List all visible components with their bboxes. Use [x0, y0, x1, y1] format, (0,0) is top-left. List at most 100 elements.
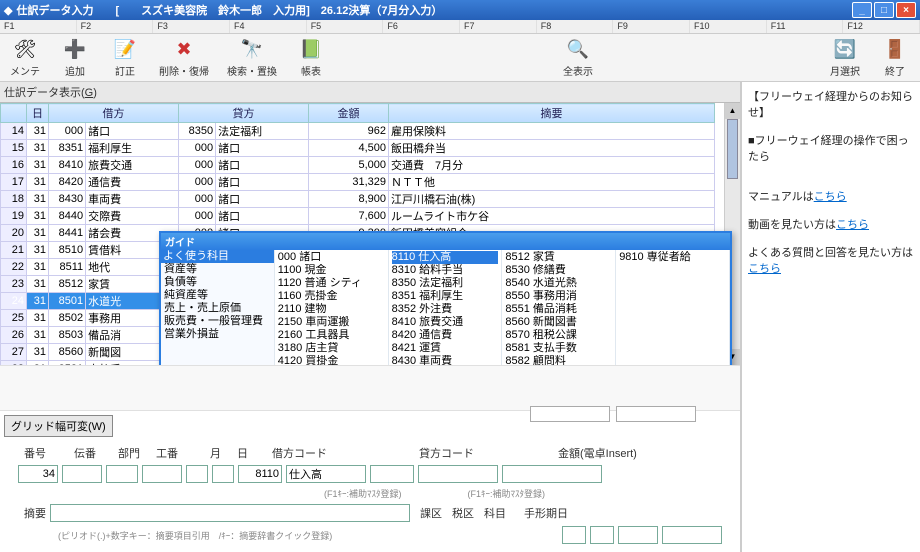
info-panel: 【フリーウェイ経理からのお知らせ】 ■フリーウェイ経理の操作で困ったら マニュア…	[740, 82, 920, 552]
memo-input[interactable]	[50, 504, 410, 522]
guide-item[interactable]: 8410 旅費交通	[392, 316, 499, 329]
guide-item[interactable]: 1160 売掛金	[278, 290, 385, 303]
fkey-F1: F1	[0, 20, 77, 33]
guide-item[interactable]: 1120 普通 シティ	[278, 277, 385, 290]
guide-item[interactable]: 8351 福利厚生	[392, 290, 499, 303]
table-row[interactable]: 1431000諸口8350法定福利962雇用保険料	[1, 123, 715, 140]
day-input[interactable]	[212, 465, 234, 483]
guide-cat-item[interactable]: 資産等	[164, 263, 271, 276]
guide-item[interactable]: 8540 水道光熱	[505, 277, 612, 290]
drcode-label: 借方コード	[272, 445, 327, 461]
guide-item[interactable]: 8350 法定福利	[392, 277, 499, 290]
fkey-F4: F4	[230, 20, 307, 33]
search-button[interactable]: 🔭検索・置換	[218, 35, 286, 81]
no-input[interactable]	[18, 465, 58, 483]
table-row[interactable]: 15318351福利厚生000諸口4,500飯田橋弁当	[1, 140, 715, 157]
add-button[interactable]: ➕追加	[50, 35, 100, 81]
scroll-up-icon[interactable]: ▲	[725, 103, 740, 119]
crname-input[interactable]	[418, 465, 498, 483]
aux-input-2[interactable]	[616, 406, 696, 422]
minimize-button[interactable]: _	[852, 2, 872, 18]
drcode-input[interactable]	[238, 465, 282, 483]
guide-item[interactable]: 9810 専従者給	[619, 251, 726, 264]
guide-item[interactable]: 2160 工具器具	[278, 329, 385, 342]
close-button[interactable]: ×	[896, 2, 916, 18]
crcode-input[interactable]	[370, 465, 414, 483]
exit-icon: 🚪	[883, 38, 907, 62]
grid-width-button[interactable]: グリッド幅可変(W)	[4, 415, 113, 437]
window-title: 仕訳データ入力 [ スズキ美容院 鈴木一郎 入力用] 26.12決算（7月分入力…	[16, 2, 442, 18]
bumon-label: 部門	[118, 445, 140, 461]
guide-item[interactable]: 000 諸口	[278, 251, 385, 264]
showall-button[interactable]: 🔍全表示	[553, 35, 603, 81]
video-link[interactable]: こちら	[836, 219, 869, 231]
guide-item[interactable]: 8421 運賃	[392, 342, 499, 355]
guide-item[interactable]: 2110 建物	[278, 303, 385, 316]
guide-item[interactable]: 8352 外注費	[392, 303, 499, 316]
guide-item[interactable]: 8550 事務用消	[505, 290, 612, 303]
faq-link[interactable]: こちら	[748, 263, 781, 275]
exit-button[interactable]: 🚪終了	[870, 35, 920, 81]
bumon-input[interactable]	[106, 465, 138, 483]
guide-item[interactable]: 8310 給料手当	[392, 264, 499, 277]
report-button[interactable]: 📗帳表	[286, 35, 336, 81]
guide-item[interactable]: 8512 家賃	[505, 251, 612, 264]
fkey-F11: F11	[767, 20, 844, 33]
guide-item[interactable]: 3180 店主貸	[278, 342, 385, 355]
guide-item[interactable]: 8530 修繕費	[505, 264, 612, 277]
table-row[interactable]: 18318430車両費000諸口8,900江戸川橋石油(株)	[1, 191, 715, 208]
guide-item[interactable]: 2150 車両運搬	[278, 316, 385, 329]
guide-item-selected[interactable]: 8110 仕入高	[392, 251, 499, 264]
maximize-button[interactable]: □	[874, 2, 894, 18]
guide-item[interactable]: 8420 通信費	[392, 329, 499, 342]
aux-input-1[interactable]	[530, 406, 610, 422]
kou-label: 工番	[156, 445, 178, 461]
month-input[interactable]	[186, 465, 208, 483]
ka-input[interactable]	[562, 526, 586, 544]
month-label: 月	[210, 445, 221, 461]
fkey-F8: F8	[537, 20, 614, 33]
maint-button[interactable]: 🛠メンテ	[0, 35, 50, 81]
drname-input[interactable]	[286, 465, 366, 483]
tegata-label: 手形期日	[524, 505, 568, 521]
guide-item[interactable]: 8560 新聞図書	[505, 316, 612, 329]
guide-item[interactable]: 4120 買掛金	[278, 355, 385, 365]
fkey-F2: F2	[77, 20, 154, 33]
manual-link[interactable]: こちら	[814, 191, 847, 203]
binoculars-icon: 🔭	[240, 38, 264, 62]
guide-item[interactable]: 8430 車両費	[392, 355, 499, 365]
zei-label: 税区	[452, 505, 474, 521]
table-row[interactable]: 17318420通信費000諸口31,329ＮＴＴ他	[1, 174, 715, 191]
grid-header-link[interactable]: 仕訳データ表示(G)	[4, 84, 97, 100]
guide-categories: よく使う科目資産等負債等純資産等売上・売上原価販売費・一般管理費営業外損益	[161, 250, 275, 365]
amount-input[interactable]	[502, 465, 602, 483]
plus-icon: ➕	[63, 38, 87, 62]
refresh-icon: 🔄	[833, 38, 857, 62]
kamoku-input[interactable]	[618, 526, 658, 544]
guide-item[interactable]: 8570 租税公課	[505, 329, 612, 342]
edit-button[interactable]: 📝訂正	[100, 35, 150, 81]
month-button[interactable]: 🔄月選択	[820, 35, 870, 81]
info-line-2: ■フリーウェイ経理の操作で困ったら	[748, 132, 914, 164]
scroll-thumb[interactable]	[727, 119, 738, 179]
den-label: 伝番	[74, 445, 96, 461]
guide-col-3: 8512 家賃8530 修繕費8540 水道光熱8550 事務用消8551 備品…	[502, 250, 616, 365]
zei-input[interactable]	[590, 526, 614, 544]
guide-col-1: 000 諸口1100 現金1120 普通 シティ1160 売掛金2110 建物2…	[275, 250, 389, 365]
table-row[interactable]: 16318410旅費交通000諸口5,000交通費 7月分	[1, 157, 715, 174]
tegata-input[interactable]	[662, 526, 722, 544]
delete-button[interactable]: ✖削除・復帰	[150, 35, 218, 81]
den-input[interactable]	[62, 465, 102, 483]
guide-item[interactable]: 8582 顧問料	[505, 355, 612, 365]
guide-cat-item[interactable]: 負債等	[164, 276, 271, 289]
guide-cat-item[interactable]: 営業外損益	[164, 328, 271, 341]
guide-item[interactable]: 8581 支払手数	[505, 342, 612, 355]
guide-item[interactable]: 8551 備品消耗	[505, 303, 612, 316]
guide-cat-item[interactable]: 販売費・一般管理費	[164, 315, 271, 328]
guide-cat-item[interactable]: 純資産等	[164, 289, 271, 302]
pencil-icon: 📝	[113, 38, 137, 62]
kou-input[interactable]	[142, 465, 182, 483]
guide-cat-item[interactable]: 売上・売上原価	[164, 302, 271, 315]
table-row[interactable]: 19318440交際費000諸口7,600ルームライト市ケ谷	[1, 208, 715, 225]
guide-item[interactable]: 1100 現金	[278, 264, 385, 277]
